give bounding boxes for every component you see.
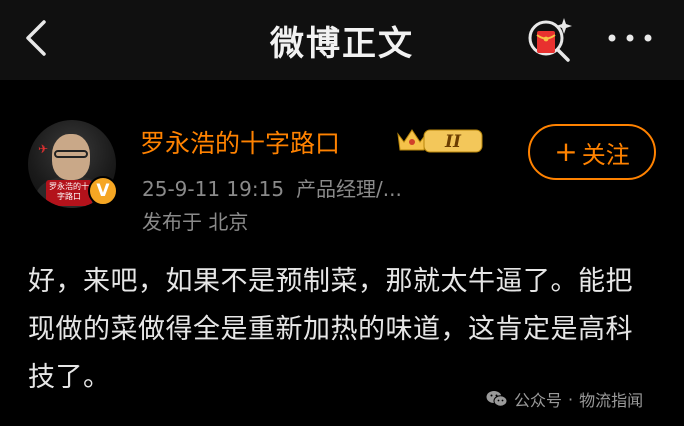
post-meta: 25-9-11 19:15 产品经理/... (142, 173, 414, 202)
watermark-source: 公众号 (514, 391, 563, 410)
plus-icon: + (554, 135, 578, 168)
red-packet-search-icon (528, 18, 572, 62)
more-button[interactable] (604, 26, 656, 50)
author-role: 产品经理/... (296, 177, 402, 201)
red-packet-button[interactable] (524, 14, 576, 64)
plane-icon: ✈ (38, 142, 49, 156)
vip-level: II (444, 132, 462, 152)
follow-button[interactable]: + 关注 (528, 124, 656, 180)
verified-badge: V (88, 176, 118, 206)
avatar-caption: 罗永浩的十字路口 (49, 182, 89, 201)
vip-badge[interactable]: II (394, 124, 486, 156)
post-date: 25-9-11 19:15 (142, 177, 285, 201)
post-location: 发布于 北京 (142, 210, 249, 234)
avatar-glasses (54, 150, 88, 158)
author-name[interactable]: 罗永浩的十字路口 (140, 124, 340, 160)
post-body: 好，来吧，如果不是预制菜，那就太牛逼了。能把现做的菜做得全是重新加热的味道，这肯… (28, 266, 633, 393)
follow-label: 关注 (581, 140, 630, 169)
watermark: 公众号 · 物流指闻 (486, 386, 643, 412)
watermark-separator: · (568, 389, 574, 409)
crown-icon (397, 129, 427, 151)
top-bar: 微博正文 (0, 0, 684, 80)
watermark-account: 物流指闻 (579, 391, 644, 410)
wechat-icon (486, 391, 508, 407)
page-title: 微博正文 (270, 24, 414, 64)
more-dots-icon (608, 34, 652, 42)
